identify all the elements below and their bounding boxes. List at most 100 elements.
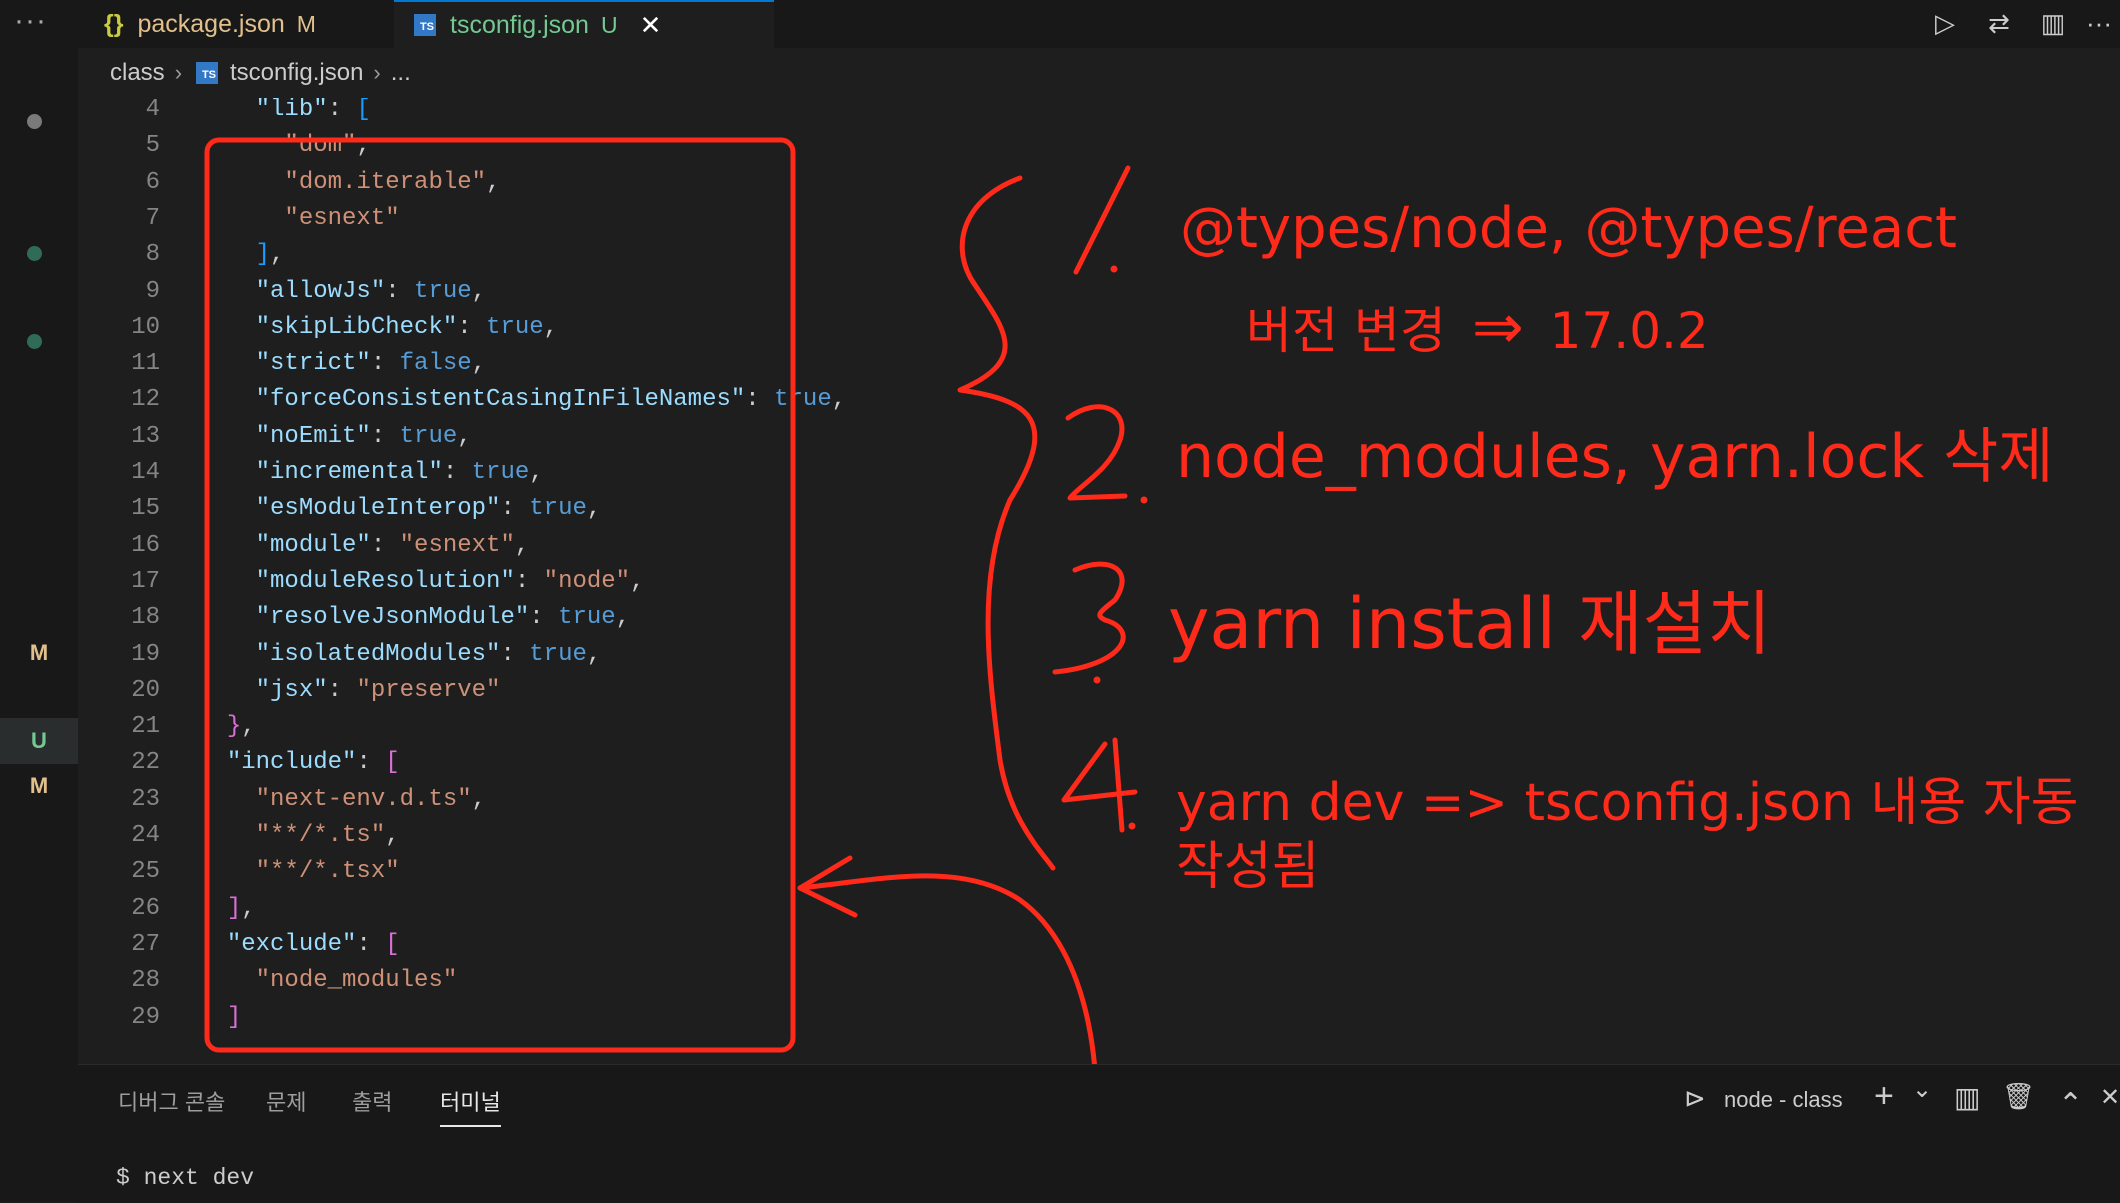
code-token: true [471,459,530,486]
trash-icon[interactable]: 🗑 [2002,1081,2035,1112]
code-token: , [831,386,847,414]
code-text: "esModuleInterop": true, [198,491,602,527]
line-number: 24 [131,822,160,849]
code-token: : [385,277,415,305]
untracked-dot-icon [27,246,42,261]
terminal-output[interactable]: $ next dev [116,1165,254,1191]
line-number: 12 [131,386,160,414]
tab-tsconfig-json[interactable]: TS tsconfig.json U ✕ [394,0,774,48]
close-icon[interactable]: ✕ [2100,1083,2120,1112]
tab-label: package.json [137,9,285,38]
compare-changes-icon[interactable]: ⇄ [1982,8,2016,40]
code-token: "noEmit" [255,422,371,450]
code-token: "**/*.ts" [255,822,386,849]
code-token: true [486,313,544,341]
split-terminal-icon[interactable]: ▥ [1954,1081,1980,1114]
close-icon[interactable]: ✕ [640,10,662,41]
line-number: 19 [131,640,160,668]
breadcrumb-file[interactable]: tsconfig.json [230,59,363,87]
code-token: , [241,713,256,741]
line-number: 10 [131,313,160,341]
code-token: : [514,567,544,595]
code-token: : [500,495,530,523]
code-token: : [500,640,530,668]
line-number: 17 [131,567,160,595]
code-token: "preserve" [356,676,501,704]
code-text: "noEmit": true, [198,419,472,455]
chevron-down-icon[interactable]: ⌄ [1912,1075,1932,1104]
code-token: "moduleResolution" [255,567,515,595]
code-token: , [514,531,530,559]
tab-terminal[interactable]: 터미널 [440,1085,501,1127]
code-token: "dom.iterable" [284,168,487,196]
code-token: "**/*.tsx" [255,858,400,886]
code-token: "lib" [255,98,328,123]
breadcrumb-more[interactable]: ... [391,59,411,87]
code-token: : [356,749,386,777]
line-number: 4 [145,98,160,123]
code-token: false [399,350,472,378]
run-icon[interactable]: ▷ [1928,8,1962,40]
chevron-right-icon: › [174,60,183,85]
code-token: "esnext" [399,531,515,559]
code-token: , [270,241,285,269]
line-number: 20 [131,676,160,704]
line-number: 13 [131,422,160,450]
typescript-file-icon: TS [196,62,219,84]
code-token: , [586,640,602,668]
code-token: "allowJs" [255,277,386,305]
code-token: "node" [543,567,631,595]
code-text: "lib": [ [198,98,371,128]
tab-debug-console[interactable]: 디버그 콘솔 [118,1085,225,1117]
code-editor[interactable]: 4 "lib": [5 "dom", 6 "dom.iterable", 7 "es… [78,98,2120,1064]
more-actions-icon[interactable]: ··· [2082,8,2116,40]
code-text: "dom", [198,128,371,164]
git-status-untracked[interactable]: U [0,718,78,764]
code-token: "skipLibCheck" [255,313,458,341]
code-token: "dom" [284,132,357,160]
git-status-modified[interactable]: M [0,763,78,809]
chevron-up-icon[interactable]: ⌃ [2058,1087,2083,1122]
code-token: true [529,495,587,523]
tab-output[interactable]: 출력 [352,1085,392,1117]
code-token: "isolatedModules" [255,640,501,668]
split-editor-icon[interactable]: ▥ [2036,8,2070,40]
more-actions-icon[interactable]: ··· [14,4,47,38]
line-number: 6 [145,168,160,196]
tab-package-json[interactable]: {} package.json M [104,0,384,48]
code-token: "exclude" [226,930,357,958]
line-number: 23 [131,785,160,813]
line-number: 29 [131,1003,160,1031]
add-terminal-icon[interactable]: + [1874,1077,1894,1116]
code-token: [ [385,930,400,958]
code-token: , [356,132,371,160]
code-text: "esnext" [198,201,399,237]
code-token: [ [356,98,371,123]
tab-problems[interactable]: 문제 [266,1085,306,1117]
breadcrumb-folder[interactable]: class [110,59,165,87]
code-text: "strict": false, [198,346,486,382]
line-number: 26 [131,894,160,922]
terminal-instance-name[interactable]: node - class [1724,1087,1843,1113]
code-token: } [226,713,242,741]
line-number: 22 [131,749,160,777]
code-text: "module": "esnext", [198,528,530,564]
bottom-panel: 디버그 콘솔 문제 출력 터미널 ⊳ node - class + ⌄ ▥ 🗑 … [78,1064,2120,1203]
code-text: "skipLibCheck": true, [198,310,558,346]
code-token: ] [226,1003,242,1031]
code-token: , [630,567,645,595]
git-status-modified[interactable]: M [0,630,78,676]
code-token: , [529,459,544,486]
